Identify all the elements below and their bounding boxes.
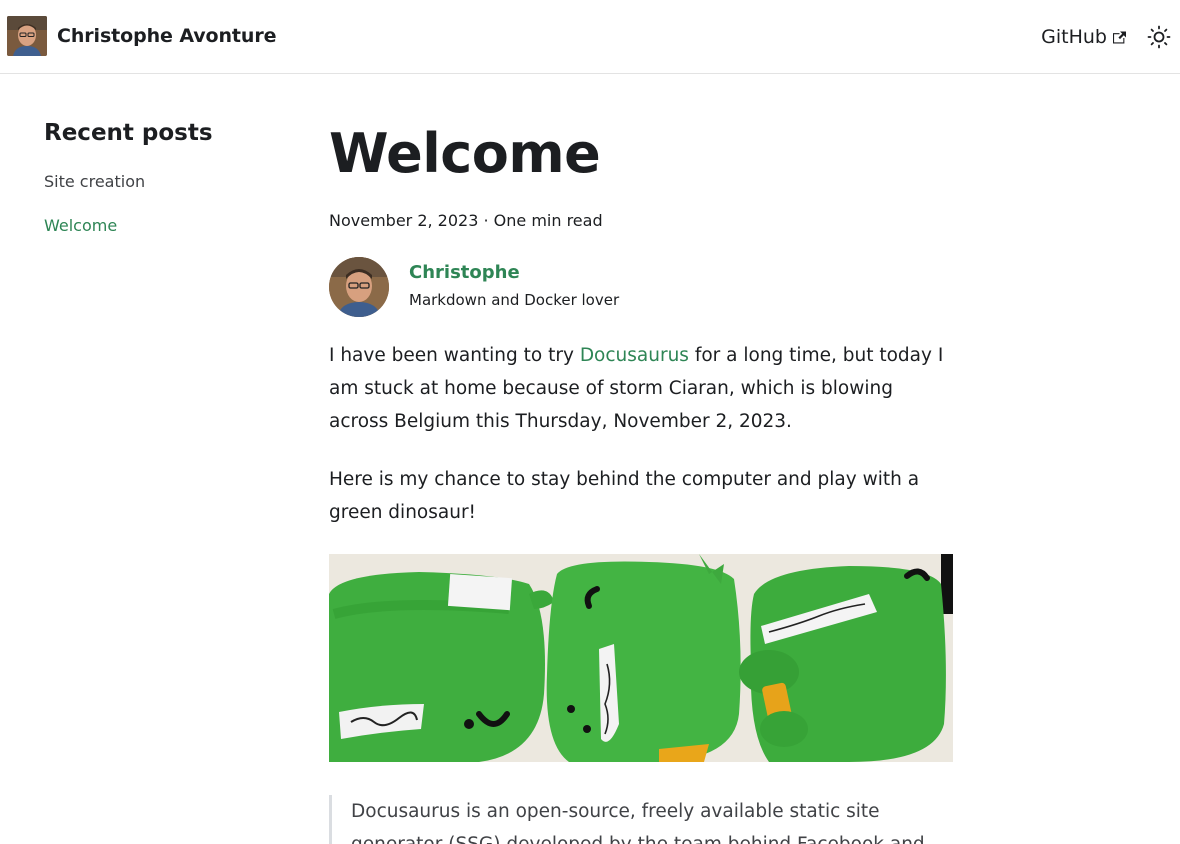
github-link[interactable]: GitHub (1041, 26, 1126, 48)
author-avatar[interactable] (329, 257, 389, 317)
author-title: Markdown and Docker lover (409, 290, 620, 309)
read-time: One min read (493, 211, 603, 230)
sun-icon (1147, 25, 1171, 49)
site-title: Christophe Avonture (57, 25, 277, 47)
sidebar-item-welcome[interactable]: Welcome (44, 216, 274, 236)
brand-logo (7, 16, 47, 56)
post-title: Welcome (329, 122, 601, 185)
intro-paragraph: I have been wanting to try Docusaurus fo… (329, 339, 954, 438)
navbar-right: GitHub (1041, 20, 1180, 54)
brand-link[interactable]: Christophe Avonture (7, 16, 276, 56)
external-link-icon (1113, 31, 1126, 43)
sidebar-title: Recent posts (44, 120, 213, 146)
theme-toggle-button[interactable] (1146, 24, 1172, 50)
dinosaur-plush-image (329, 554, 953, 762)
post-meta: November 2, 2023 · One min read (329, 209, 954, 233)
blog-post: Welcome November 2, 2023 · One min read … (329, 118, 954, 844)
recent-posts-sidebar: Recent posts Site creation Welcome (44, 120, 274, 260)
author-info: Christophe Markdown and Docker lover (409, 261, 619, 310)
meta-separator: · (478, 211, 494, 230)
recent-posts-list: Site creation Welcome (44, 172, 274, 236)
second-paragraph: Here is my chance to stay behind the com… (329, 469, 920, 523)
intro-text-start: I have been wanting to try (329, 345, 580, 366)
github-label: GitHub (1041, 26, 1107, 48)
docusaurus-blockquote: Docusaurus is an open-source, freely ava… (329, 795, 954, 844)
docusaurus-link[interactable]: Docusaurus (580, 345, 689, 366)
author-name-link[interactable]: Christophe (409, 261, 619, 285)
author-card: Christophe Markdown and Docker lover (329, 257, 954, 317)
sidebar-item-site-creation[interactable]: Site creation (44, 172, 274, 192)
navbar: Christophe Avonture GitHub (0, 0, 1180, 74)
post-date: November 2, 2023 (329, 211, 479, 230)
